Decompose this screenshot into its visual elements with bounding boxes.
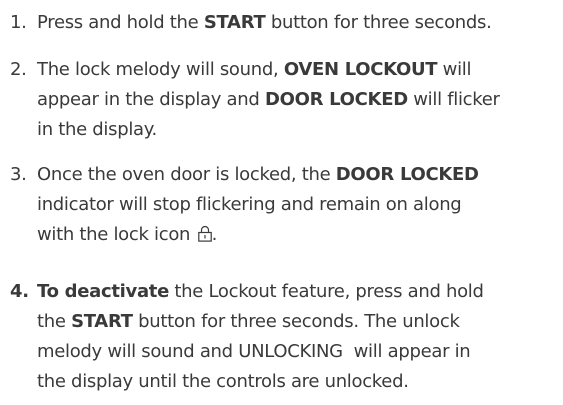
step-number: 3.	[10, 164, 27, 185]
text-line: appear in the display and DOOR LOCKED wi…	[37, 89, 500, 110]
text-line: Once the oven door is locked, the DOOR L…	[37, 164, 479, 185]
text-line: with the lock icon .	[37, 224, 217, 245]
step-number: 4.	[10, 281, 29, 302]
text-line: the display until the controls are unloc…	[37, 371, 409, 392]
text-line: The lock melody will sound, OVEN LOCKOUT…	[37, 59, 472, 80]
step-text: Press and hold the START button for thre…	[37, 12, 492, 33]
step-text: The lock melody will sound, OVEN LOCKOUT…	[37, 55, 561, 145]
text-line: To deactivate the Lockout feature, press…	[37, 281, 484, 302]
text-line: indicator will stop flickering and remai…	[37, 194, 462, 215]
lock-icon	[197, 225, 212, 242]
text-line: in the display.	[37, 119, 157, 140]
text-line: melody will sound and UNLOCKING will app…	[37, 341, 471, 362]
step-text: Once the oven door is locked, the DOOR L…	[37, 160, 561, 250]
step-number: 2.	[10, 59, 27, 80]
step-number: 1.	[10, 12, 27, 33]
text-line: the START button for three seconds. The …	[37, 311, 460, 332]
step-text: To deactivate the Lockout feature, press…	[37, 277, 561, 397]
